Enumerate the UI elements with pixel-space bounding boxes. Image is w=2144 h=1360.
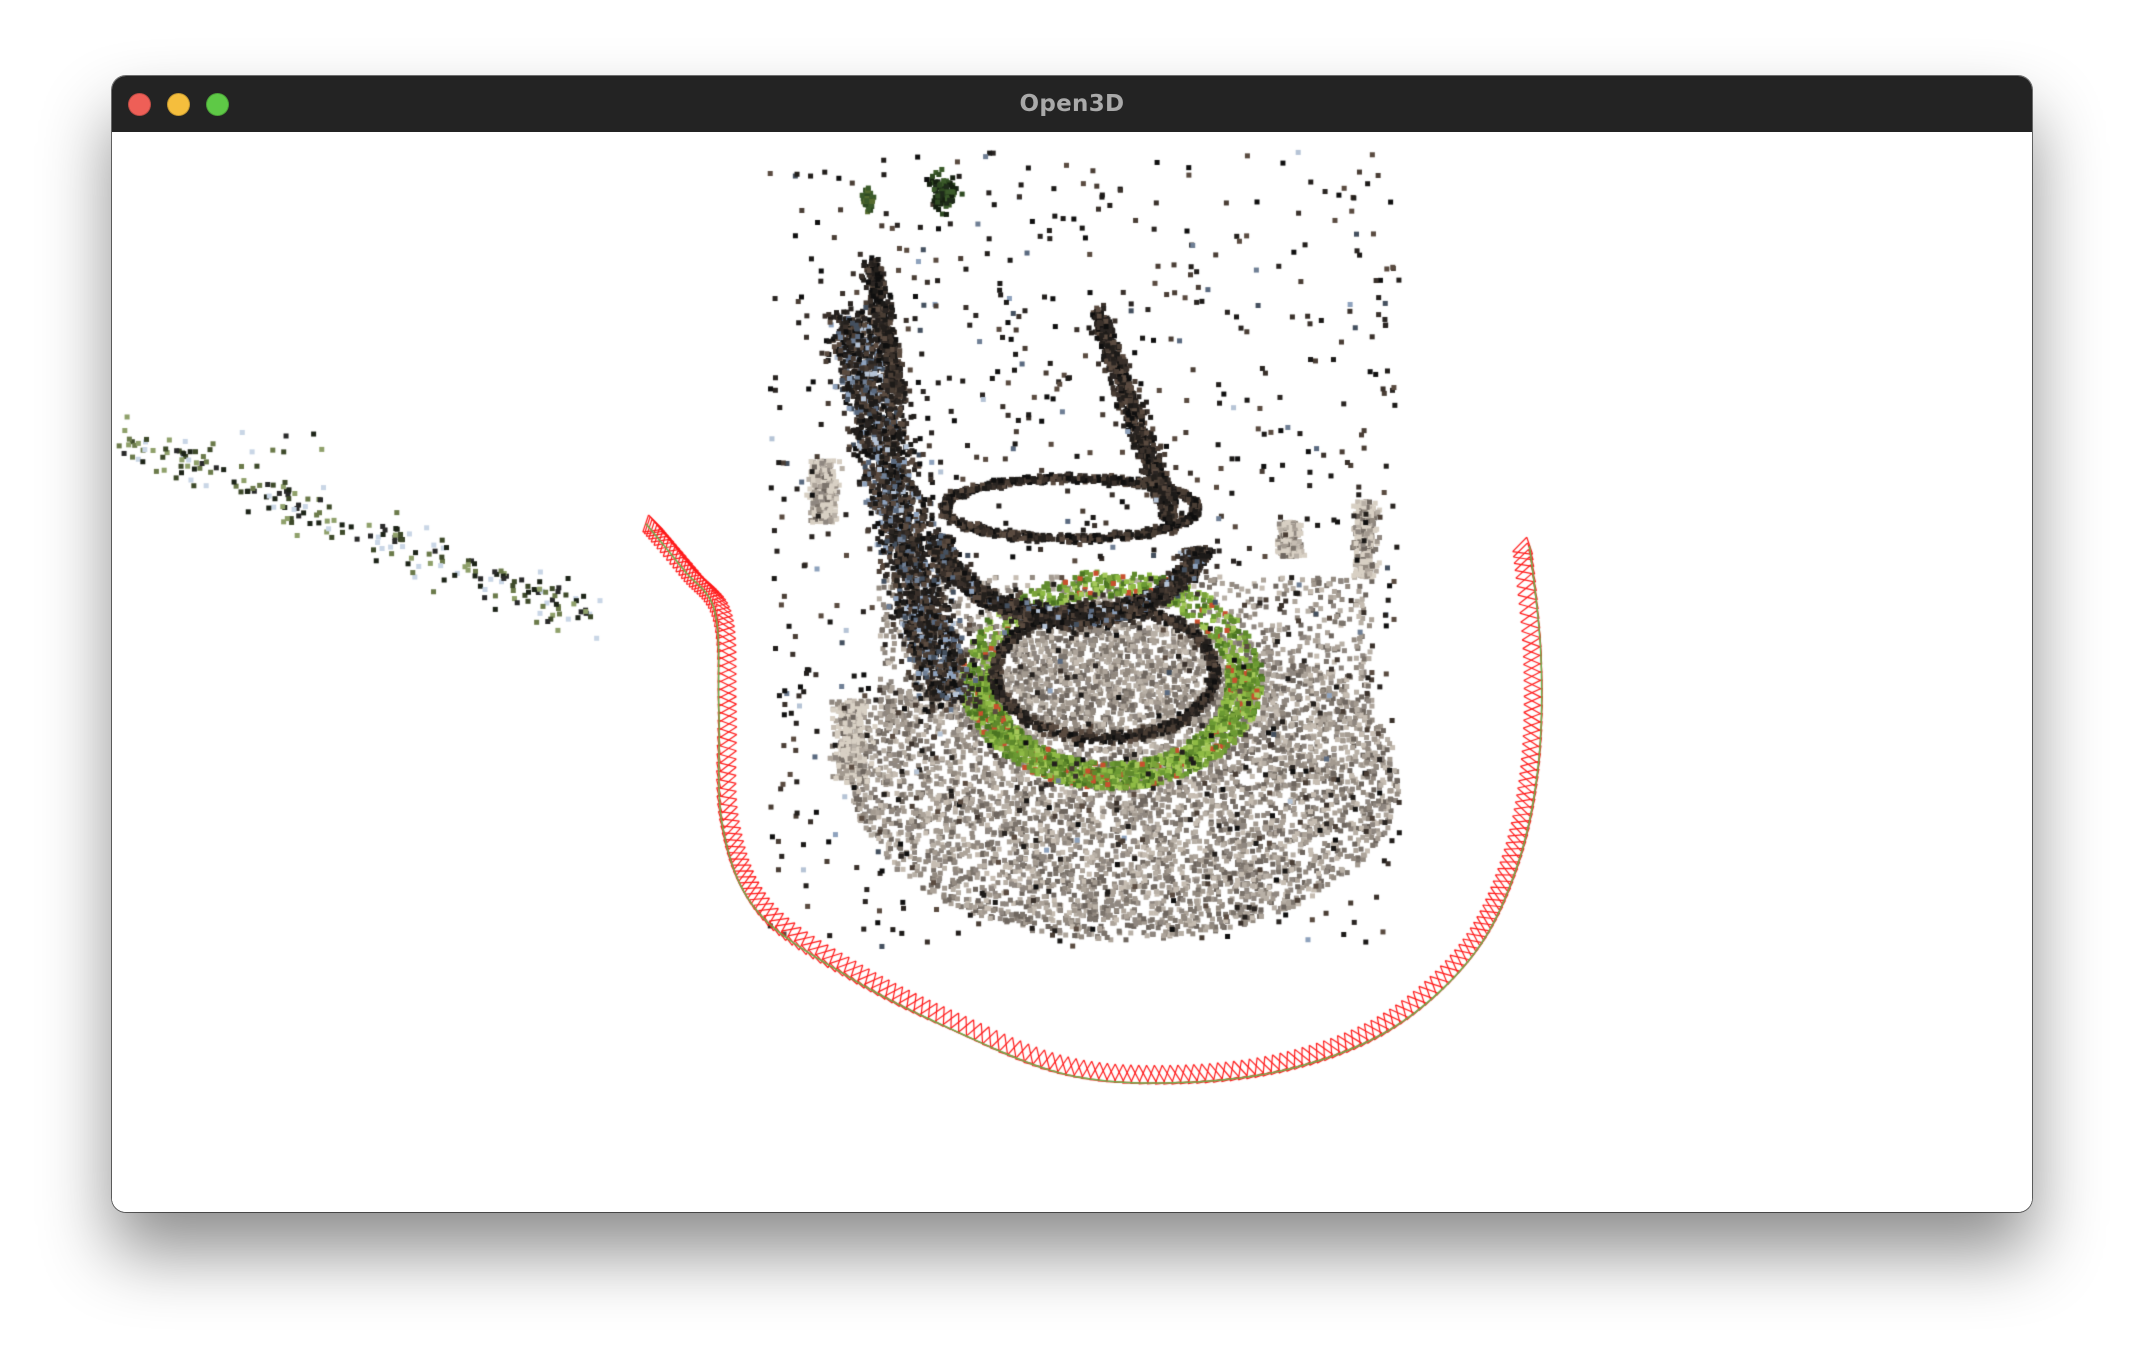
- point-cloud-canvas[interactable]: [112, 132, 2032, 1212]
- close-button[interactable]: [128, 93, 151, 116]
- window-controls: [128, 93, 229, 116]
- window-title: Open3D: [1019, 91, 1125, 117]
- title-bar[interactable]: Open3D: [112, 76, 2032, 132]
- app-window: Open3D: [112, 76, 2032, 1212]
- minimize-button[interactable]: [167, 93, 190, 116]
- zoom-button[interactable]: [206, 93, 229, 116]
- 3d-viewport[interactable]: [112, 132, 2032, 1212]
